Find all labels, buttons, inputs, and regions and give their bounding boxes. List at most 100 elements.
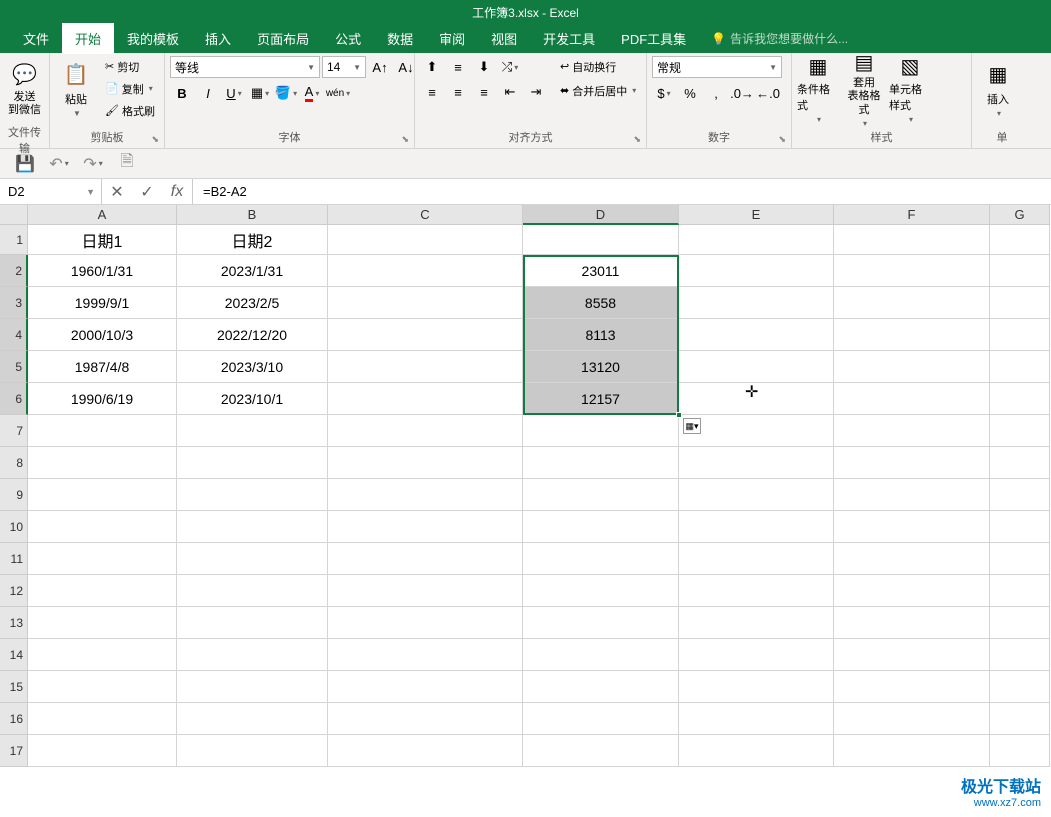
tell-me-search[interactable]: 💡告诉我您想要做什么...	[711, 30, 848, 47]
cell-E5[interactable]	[679, 351, 834, 383]
cell-B9[interactable]	[177, 479, 328, 511]
table-format-button[interactable]: ▤套用 表格格式▾	[843, 56, 885, 122]
cell-A5[interactable]: 1987/4/8	[28, 351, 177, 383]
row-header[interactable]: 6	[0, 383, 28, 415]
increase-font-button[interactable]: A↑	[368, 56, 392, 78]
cell-B6[interactable]: 2023/10/1	[177, 383, 328, 415]
cell-B3[interactable]: 2023/2/5	[177, 287, 328, 319]
row-header[interactable]: 15	[0, 671, 28, 703]
fill-handle[interactable]	[676, 412, 682, 418]
wrap-text-button[interactable]: ↩自动换行	[556, 56, 640, 77]
cell-C10[interactable]	[328, 511, 523, 543]
dialog-launcher-icon[interactable]: ⬊	[633, 134, 641, 145]
tab-开发工具[interactable]: 开发工具	[530, 23, 608, 54]
row-header[interactable]: 3	[0, 287, 28, 319]
col-header-D[interactable]: D	[523, 205, 679, 225]
cell-D3[interactable]: 8558	[523, 287, 679, 319]
align-bot-button[interactable]: ⬇	[472, 56, 496, 78]
cell-G9[interactable]	[990, 479, 1050, 511]
row-header[interactable]: 7	[0, 415, 28, 447]
cell-G15[interactable]	[990, 671, 1050, 703]
cond-format-button[interactable]: ▦条件格式▾	[797, 56, 839, 122]
cell-A13[interactable]	[28, 607, 177, 639]
cell-E2[interactable]	[679, 255, 834, 287]
col-header-G[interactable]: G	[990, 205, 1050, 225]
cell-C16[interactable]	[328, 703, 523, 735]
cell-F14[interactable]	[834, 639, 990, 671]
cell-E10[interactable]	[679, 511, 834, 543]
cell-C6[interactable]	[328, 383, 523, 415]
cell-A9[interactable]	[28, 479, 177, 511]
percent-button[interactable]: %	[678, 82, 702, 104]
row-header[interactable]: 17	[0, 735, 28, 767]
cell-F4[interactable]	[834, 319, 990, 351]
indent-inc-button[interactable]: ⇥	[524, 81, 548, 103]
cell-A4[interactable]: 2000/10/3	[28, 319, 177, 351]
col-header-A[interactable]: A	[28, 205, 177, 225]
tab-公式[interactable]: 公式	[322, 23, 374, 54]
cell-D4[interactable]: 8113	[523, 319, 679, 351]
cell-A2[interactable]: 1960/1/31	[28, 255, 177, 287]
row-header[interactable]: 12	[0, 575, 28, 607]
cell-D2[interactable]: 23011	[523, 255, 679, 287]
cell-C5[interactable]	[328, 351, 523, 383]
tab-页面布局[interactable]: 页面布局	[244, 23, 322, 54]
cell-C11[interactable]	[328, 543, 523, 575]
cell-D10[interactable]	[523, 511, 679, 543]
tab-插入[interactable]: 插入	[192, 23, 244, 54]
bold-button[interactable]: B	[170, 82, 194, 104]
comma-button[interactable]: ,	[704, 82, 728, 104]
cell-E14[interactable]	[679, 639, 834, 671]
cell-E12[interactable]	[679, 575, 834, 607]
cell-G11[interactable]	[990, 543, 1050, 575]
cell-C17[interactable]	[328, 735, 523, 767]
align-mid-button[interactable]: ≡	[446, 56, 470, 78]
tab-我的模板[interactable]: 我的模板	[114, 23, 192, 54]
row-header[interactable]: 1	[0, 225, 28, 255]
align-right-button[interactable]: ≡	[472, 81, 496, 103]
border-button[interactable]: ▦▾	[248, 82, 272, 104]
cell-F10[interactable]	[834, 511, 990, 543]
name-box[interactable]: D2▼	[0, 179, 102, 204]
cell-B15[interactable]	[177, 671, 328, 703]
indent-dec-button[interactable]: ⇤	[498, 81, 522, 103]
cell-A12[interactable]	[28, 575, 177, 607]
cell-D13[interactable]	[523, 607, 679, 639]
print-preview-button[interactable]: 🗎	[117, 154, 137, 174]
formula-input[interactable]: =B2-A2	[193, 179, 1051, 204]
inc-decimal-button[interactable]: .0→	[730, 82, 754, 104]
font-size-combo[interactable]: 14▼	[322, 56, 366, 78]
dialog-launcher-icon[interactable]: ⬊	[401, 134, 409, 145]
dec-decimal-button[interactable]: ←.0	[756, 82, 780, 104]
cell-A8[interactable]	[28, 447, 177, 479]
phonetic-button[interactable]: wén▾	[326, 82, 350, 104]
cell-B5[interactable]: 2023/3/10	[177, 351, 328, 383]
cell-G8[interactable]	[990, 447, 1050, 479]
cell-F16[interactable]	[834, 703, 990, 735]
cell-G7[interactable]	[990, 415, 1050, 447]
cell-F2[interactable]	[834, 255, 990, 287]
cell-F7[interactable]	[834, 415, 990, 447]
insert-cells-button[interactable]: ▦插入▾	[977, 56, 1019, 122]
font-name-combo[interactable]: 等线▼	[170, 56, 320, 78]
cell-A15[interactable]	[28, 671, 177, 703]
cell-B1[interactable]: 日期2	[177, 225, 328, 255]
cell-D1[interactable]	[523, 225, 679, 255]
send-wechat-button[interactable]: 💬发送 到微信	[5, 56, 44, 122]
tab-数据[interactable]: 数据	[374, 23, 426, 54]
cell-A6[interactable]: 1990/6/19	[28, 383, 177, 415]
cell-G12[interactable]	[990, 575, 1050, 607]
format-painter-button[interactable]: 🖌格式刷	[101, 100, 159, 121]
cell-G6[interactable]	[990, 383, 1050, 415]
cell-E1[interactable]	[679, 225, 834, 255]
cell-C7[interactable]	[328, 415, 523, 447]
cell-E4[interactable]	[679, 319, 834, 351]
cell-B17[interactable]	[177, 735, 328, 767]
cell-F8[interactable]	[834, 447, 990, 479]
font-color-button[interactable]: A▾	[300, 82, 324, 104]
cell-D16[interactable]	[523, 703, 679, 735]
align-center-button[interactable]: ≡	[446, 81, 470, 103]
col-header-B[interactable]: B	[177, 205, 328, 225]
cell-G1[interactable]	[990, 225, 1050, 255]
cell-B16[interactable]	[177, 703, 328, 735]
